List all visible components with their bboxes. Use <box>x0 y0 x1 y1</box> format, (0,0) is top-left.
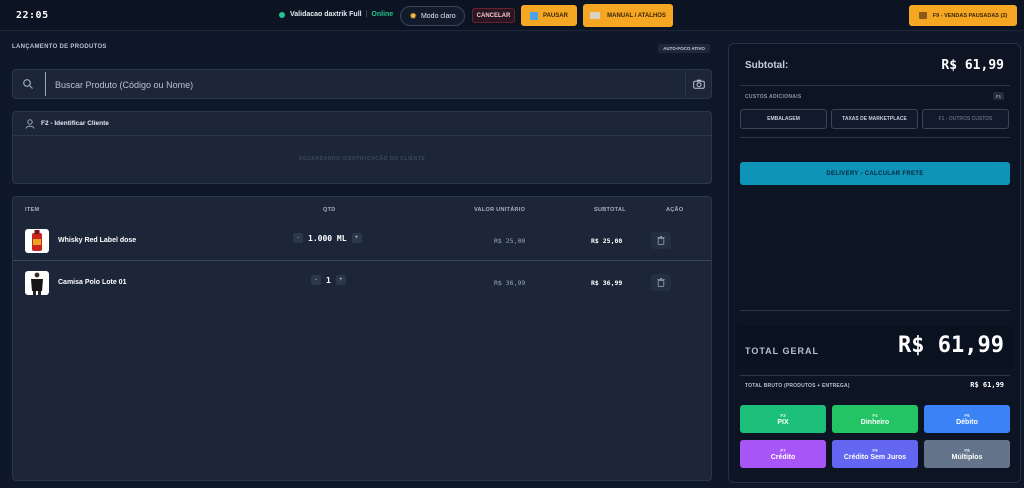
divider <box>740 137 1010 138</box>
trash-icon <box>657 236 665 245</box>
product-name: Camisa Polo Lote 01 <box>58 279 127 286</box>
manual-shortcuts-button[interactable]: MANUAL / ATALHOS <box>583 4 673 27</box>
shortcut-key: F9 <box>872 447 878 453</box>
grand-total-box: TOTAL GERAL R$ 61,99 <box>736 326 1014 369</box>
book-icon <box>590 12 601 19</box>
top-bar: 22:05 Validacao daxtrik Full | Online ✹ … <box>0 0 1024 31</box>
identify-client-label: F2 - Identificar Cliente <box>41 120 109 127</box>
client-panel: F2 - Identificar Cliente AGUARDANDO IDEN… <box>12 111 712 184</box>
products-section-title: LANÇAMENTO DE PRODUTOS <box>12 44 107 50</box>
online-status: Online <box>371 11 394 18</box>
cancel-sale-button[interactable]: CANCELAR <box>472 8 515 23</box>
theme-toggle-button[interactable]: ✹ Modo claro <box>400 6 465 26</box>
row-subtotal: R$ 36,99 <box>591 279 623 287</box>
trash-icon <box>657 278 665 287</box>
header-subtotal: SUBTOTAL <box>594 207 626 213</box>
grand-total-label: TOTAL GERAL <box>745 346 819 356</box>
briefcase-icon <box>918 12 927 19</box>
online-dot-icon <box>279 11 285 18</box>
product-thumbnail <box>25 229 49 253</box>
camera-icon <box>692 79 705 89</box>
divider <box>740 375 1010 376</box>
manual-label: MANUAL / ATALHOS <box>607 12 666 19</box>
header-unit-price: VALOR UNITÁRIO <box>474 207 526 213</box>
status-separator: | <box>365 11 368 18</box>
remove-item-button[interactable] <box>651 232 671 249</box>
sun-icon: ✹ <box>409 10 417 21</box>
payment-label: Crédito Sem Juros <box>843 453 907 461</box>
packaging-button[interactable]: EMBALAGEM <box>740 109 827 129</box>
product-name: Whisky Red Label dose <box>58 237 137 244</box>
payment-label: Débito <box>956 418 978 426</box>
paused-sales-label: F9 - VENDAS PAUSADAS (2) <box>932 12 1008 19</box>
payment-label: Dinheiro <box>860 418 890 426</box>
identify-client-button[interactable]: F2 - Identificar Cliente <box>13 112 711 136</box>
text-cursor <box>45 72 46 96</box>
pause-label: PAUSAR <box>543 12 568 19</box>
paused-sales-button[interactable]: F9 - VENDAS PAUSADAS (2) <box>909 5 1017 26</box>
quantity-stepper: - 1 + <box>311 275 346 285</box>
gross-total-label: TOTAL BRUTO (PRODUTOS + ENTREGA) <box>745 383 850 389</box>
pay-pix-button[interactable]: F3 PIX <box>740 405 826 433</box>
pay-credit-no-interest-button[interactable]: F9 Crédito Sem Juros <box>832 440 918 468</box>
items-table: ITEM QTD VALOR UNITÁRIO SUBTOTAL AÇÃO Wh… <box>12 196 712 481</box>
autofocus-badge: AUTO-FOCO ATIVO <box>658 44 710 53</box>
subtotal-label: Subtotal: <box>745 60 789 71</box>
remove-item-button[interactable] <box>651 274 671 291</box>
other-costs-button[interactable]: F1 - OUTROS CUSTOS <box>922 109 1009 129</box>
shortcut-key: F7 <box>780 447 786 453</box>
costs-shortcut-badge: F1 <box>993 92 1004 100</box>
shortcut-key: F4 <box>872 412 878 418</box>
unit-price: R$ 36,99 <box>494 279 526 287</box>
user-icon <box>25 118 35 129</box>
divider <box>740 85 1010 86</box>
decrease-qty-button[interactable]: - <box>293 233 303 243</box>
additional-costs-title: CUSTOS ADICIONAIS <box>745 94 802 100</box>
marketplace-fees-button[interactable]: TAXAS DE MARKETPLACE <box>831 109 918 129</box>
payment-label: Crédito <box>770 453 796 461</box>
shortcut-key: F8 <box>964 447 970 453</box>
grand-total-value: R$ 61,99 <box>898 333 1004 358</box>
client-waiting-text: AGUARDANDO IDENTIFICAÇÃO DO CLIENTE <box>298 156 426 162</box>
row-subtotal: R$ 25,00 <box>591 237 623 245</box>
pause-button[interactable]: PAUSAR <box>521 5 577 26</box>
product-search <box>12 69 712 99</box>
clock: 22:05 <box>16 10 49 21</box>
decrease-qty-button[interactable]: - <box>311 275 321 285</box>
gross-total-value: R$ 61,99 <box>970 381 1004 389</box>
table-row: Camisa Polo Lote 01 - 1 + R$ 36,99 R$ 36… <box>13 263 711 303</box>
product-search-input[interactable] <box>55 77 675 93</box>
pay-multiple-button[interactable]: F8 Múltiplos <box>924 440 1010 468</box>
quantity-stepper: - 1.000 ML + <box>293 233 362 243</box>
increase-qty-button[interactable]: + <box>351 233 362 243</box>
camera-scan-button[interactable] <box>685 70 711 98</box>
connection-status: Validacao daxtrik Full | Online <box>279 11 393 18</box>
quantity-value: 1 <box>326 275 331 285</box>
pay-credit-button[interactable]: F7 Crédito <box>740 440 826 468</box>
subtotal-value: R$ 61,99 <box>941 58 1004 73</box>
shortcut-key: F3 <box>780 412 786 418</box>
search-icon <box>23 79 33 89</box>
payment-label: Múltiplos <box>951 453 983 461</box>
header-item: ITEM <box>25 207 40 213</box>
checkout-panel: Subtotal: R$ 61,99 CUSTOS ADICIONAIS F1 … <box>728 43 1021 483</box>
divider <box>740 310 1010 311</box>
unit-price: R$ 25,00 <box>494 237 526 245</box>
header-qty: QTD <box>323 207 336 213</box>
pay-cash-button[interactable]: F4 Dinheiro <box>832 405 918 433</box>
quantity-value: 1.000 ML <box>308 233 347 243</box>
pause-icon <box>530 11 539 20</box>
user-name: Validacao daxtrik Full <box>290 11 362 18</box>
payment-label: PIX <box>777 418 789 426</box>
header-action: AÇÃO <box>666 207 684 213</box>
shortcut-key: F6 <box>964 412 970 418</box>
product-thumbnail <box>25 271 49 295</box>
theme-toggle-label: Modo claro <box>420 12 456 20</box>
increase-qty-button[interactable]: + <box>335 275 346 285</box>
table-row: Whisky Red Label dose - 1.000 ML + R$ 25… <box>13 221 711 261</box>
delivery-calculate-button[interactable]: DELIVERY - CALCULAR FRETE <box>740 162 1010 185</box>
pay-debit-button[interactable]: F6 Débito <box>924 405 1010 433</box>
